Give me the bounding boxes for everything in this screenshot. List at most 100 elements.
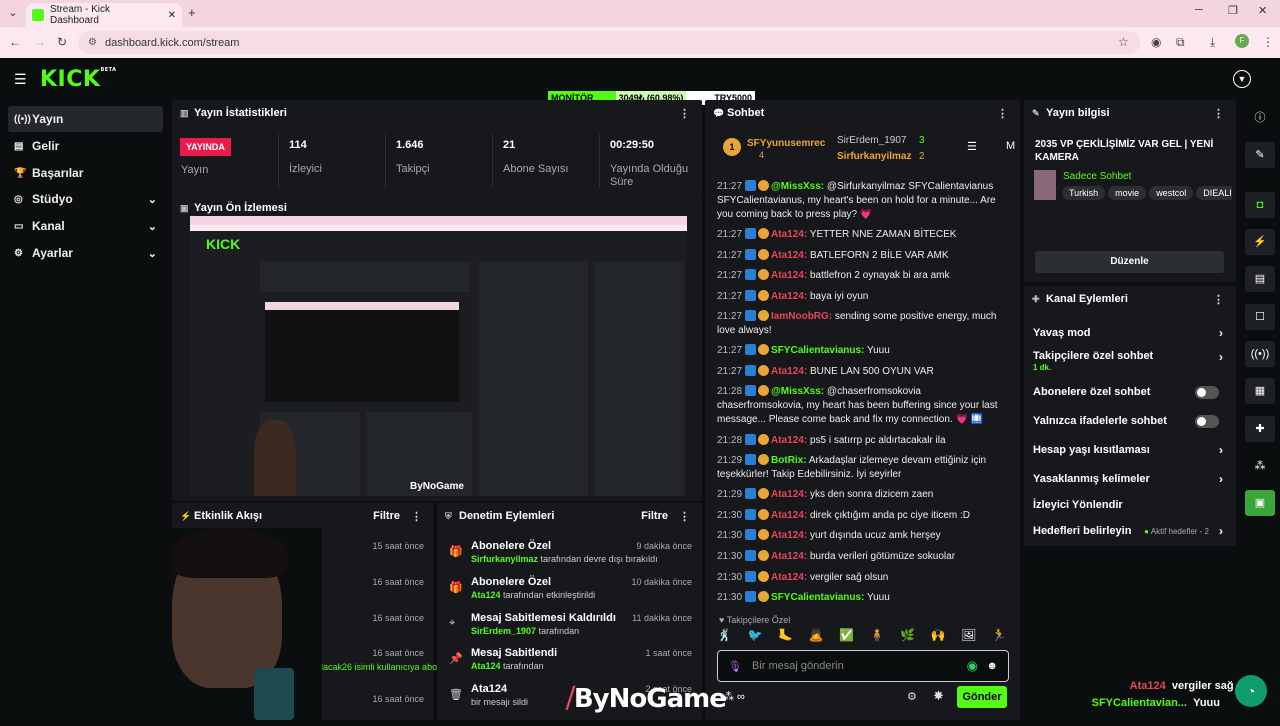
close-tab-icon[interactable]: ✕ [168,10,176,21]
lightning-icon[interactable]: ⚡ [1245,229,1275,255]
tag-chip[interactable]: westcol [1149,186,1194,200]
filter-button[interactable]: Filtre [641,510,668,522]
back-icon[interactable]: ← [9,35,21,49]
message-user[interactable]: Ata124: [771,250,807,261]
emote-icon[interactable]: 🌿 [900,628,915,642]
preview-video[interactable]: KICK ByNoGame [190,216,687,496]
browser-menu-icon[interactable]: ⋮ [1262,35,1274,49]
support-chat-button[interactable]: ◔ [1235,675,1267,707]
hamburger-menu-icon[interactable]: ☰ [14,71,28,88]
extension-icon[interactable]: ◉ [1151,35,1161,49]
channel-action-slow-mode[interactable]: Yavaş mod › [1033,321,1227,345]
new-tab-button[interactable]: + [188,5,196,20]
kick-logo[interactable]: KICKBETA [40,67,117,92]
emote-icon[interactable]: 🙌 [931,628,946,642]
message-user[interactable]: Ata124: [771,270,807,281]
more-options-icon[interactable]: ⋮ [997,107,1008,120]
emote-icon[interactable]: 🏃 [992,628,1007,642]
message-user[interactable]: Ata124: [771,229,807,240]
more-options-icon[interactable]: ⋮ [679,107,690,120]
emote-icon[interactable]: 🖼 [961,628,976,642]
stat-followers: 1.646 Takipçi [385,134,430,188]
app-icon[interactable]: ▣ [1245,490,1275,516]
pencil-icon[interactable]: ✎ [1245,142,1275,168]
points-icon[interactable]: ⁂ ∞ [723,690,745,703]
sidebar-item-studyo[interactable]: ◎ Stüdyo ⌄ [8,186,163,212]
subs-only-toggle[interactable] [1195,385,1219,399]
filter-button[interactable]: Filtre [373,510,400,522]
site-info-icon[interactable]: ⚙ [88,37,97,48]
message-user[interactable]: Ata124: [771,489,807,500]
message-user[interactable]: Ata124: [771,530,807,541]
message-user[interactable]: @MissXss: [771,386,824,397]
sidebar-item-ayarlar[interactable]: ⚙ Ayarlar ⌄ [8,240,163,266]
channel-action-banned-words[interactable]: Yasaklanmış kelimeler › [1033,467,1227,491]
gear-icon[interactable]: ⚙ [907,690,917,703]
tag-chip[interactable]: Turkish [1062,186,1106,200]
user-avatar[interactable]: ▼ [1233,70,1251,88]
channel-action-followers-only[interactable]: Takipçilere özel sohbet 1 dk. › [1033,350,1227,374]
tag-chip[interactable]: movie [1108,186,1147,200]
chat-mode-letter[interactable]: M [1006,140,1015,152]
emote-icon[interactable]: 🦶 [778,628,793,642]
microphone-icon[interactable]: 🎙 [728,660,742,673]
emote-icon[interactable]: 🕺 [717,628,732,642]
more-options-icon[interactable]: ⋮ [1213,293,1224,306]
badge-icon[interactable]: ✸ [933,688,944,704]
edit-button[interactable]: Düzenle [1035,251,1224,273]
camera-icon[interactable]: ◘ [1245,192,1275,218]
tab-search-button[interactable]: ⌄ [4,5,22,22]
download-icon[interactable]: ⤓ [1210,35,1215,50]
more-options-icon[interactable]: ⋮ [411,510,422,523]
emote-only-toggle[interactable] [1195,414,1219,428]
message-user[interactable]: Ata124: [771,572,807,583]
message-user[interactable]: Ata124: [771,366,807,377]
browser-tab[interactable]: Stream - Kick Dashboard ✕ [26,3,182,27]
message-user[interactable]: Ata124: [771,435,807,446]
bookmark-star-icon[interactable]: ☆ [1118,35,1129,49]
message-user[interactable]: Ata124: [771,551,807,562]
puzzle-icon[interactable]: ⧉ [1176,35,1185,50]
wrench-icon[interactable]: ✚ [1245,416,1275,442]
close-window-button[interactable]: ✕ [1258,4,1267,17]
message-user[interactable]: Ata124: [771,291,807,302]
profile-avatar[interactable]: F [1235,34,1249,48]
whatsapp-icon[interactable]: ◉ [967,658,978,674]
message-user[interactable]: SFYCalientavianus: [771,345,864,356]
emoji-icon[interactable]: ☻ [986,660,998,672]
address-bar[interactable]: ⚙ dashboard.kick.com/stream [78,31,1140,54]
message-user[interactable]: Ata124: [771,510,807,521]
tag-chip[interactable]: DIEALI [1196,186,1232,200]
emote-icon[interactable]: 🙇 [809,628,824,642]
layout-icon[interactable]: ▦ [1245,378,1275,404]
sidebar-item-kanal[interactable]: ▭ Kanal ⌄ [8,213,163,239]
chat-icon[interactable]: ☐ [1245,304,1275,330]
info-icon[interactable]: ⓘ [1245,105,1275,131]
more-options-icon[interactable]: ⋮ [679,510,690,523]
forward-icon[interactable]: → [34,35,46,49]
chat-input[interactable]: 🎙 Bir mesaj gönderin ◉ ☻ [717,650,1009,682]
emote-icon[interactable]: 🧍 [870,628,885,642]
emote-icon[interactable]: ✅ [839,628,854,642]
broadcast-icon[interactable]: ((•)) [1245,341,1275,367]
message-user[interactable]: SFYCalientavianus: [771,592,864,603]
restore-button[interactable]: ❐ [1228,4,1238,17]
message-user[interactable]: BotRix: [771,455,807,466]
document-icon[interactable]: ▤ [1245,266,1275,292]
category-name[interactable]: Sadece Sohbet [1063,171,1131,182]
channel-action-goals[interactable]: Hedefleri belirleyin ● Aktif hedefler - 2… [1033,519,1227,543]
more-options-icon[interactable]: ⋮ [1213,107,1224,120]
community-icon[interactable]: ⁂ [1245,453,1275,479]
message-user[interactable]: @MissXss: [771,181,824,192]
sidebar-item-yayin[interactable]: ((•)) Yayın [8,106,163,132]
reload-icon[interactable]: ↻ [57,35,67,49]
send-button[interactable]: Gönder [957,686,1007,708]
sidebar-item-basarilar[interactable]: 🏆 Başarılar [8,160,163,186]
emote-icon[interactable]: 🐦 [748,628,763,642]
sort-icon[interactable]: ☰ [967,140,977,153]
channel-action-account-age[interactable]: Hesap yaşı kısıtlaması › [1033,438,1227,462]
channel-action-raid[interactable]: İzleyici Yönlendir [1033,493,1227,517]
minimize-button[interactable]: ─ [1195,4,1203,16]
message-user[interactable]: IamNoobRG: [771,311,832,322]
sidebar-item-gelir[interactable]: ▤ Gelir [8,133,163,159]
